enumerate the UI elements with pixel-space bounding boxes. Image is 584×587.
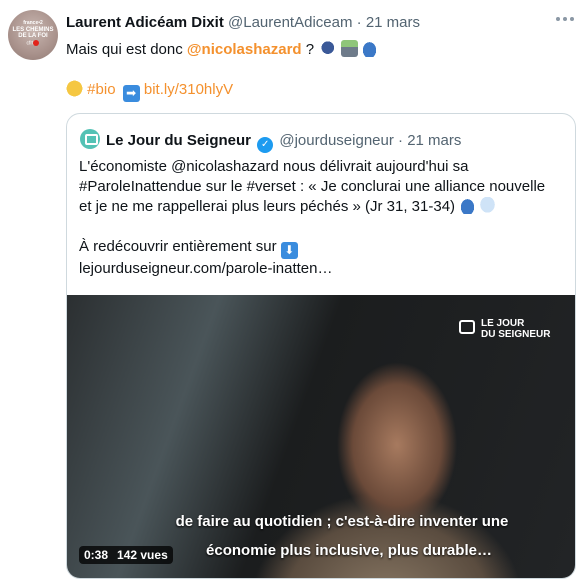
logo-bubble-icon	[459, 320, 475, 334]
author-avatar[interactable]: france•2 LES CHEMINS DE LA FOI cfrt	[8, 10, 58, 60]
avatar-line1: france•2	[23, 20, 43, 26]
quote-link[interactable]: lejourduseigneur.com/parole-inatten…	[79, 259, 545, 279]
quoted-tweet[interactable]: Le Jour du Seigneur ✓ @jourduseigneur · …	[66, 113, 576, 579]
avatar-line3: cfrt	[8, 40, 58, 46]
quote-line2: #ParoleInattendue sur le #verset : « Je …	[79, 178, 546, 195]
mention-link[interactable]: @nicolashazard	[187, 41, 302, 58]
motorway-icon	[341, 40, 359, 57]
text-prefix: Mais qui est donc	[66, 41, 187, 58]
logo-text: LE JOUR DU SEIGNEUR	[481, 318, 550, 340]
quote-header: Le Jour du Seigneur ✓ @jourduseigneur · …	[80, 129, 461, 153]
down-arrow-icon: ⬇	[280, 242, 298, 259]
quote-line3-text: et je ne me rappellerai plus leurs péché…	[79, 198, 456, 215]
quote-text: L'économiste @nicolashazard nous délivra…	[79, 157, 545, 279]
quote-separator: ·	[398, 132, 404, 149]
quote-spacer	[79, 217, 545, 237]
tweet-header: Laurent Adicéam Dixit @LaurentAdiceam · …	[66, 14, 420, 31]
tweet-text-line2: #bio ➡ bit.ly/310hlyV	[66, 80, 233, 102]
tweet[interactable]: france•2 LES CHEMINS DE LA FOI cfrt Laur…	[0, 0, 584, 587]
quote-author-name[interactable]: Le Jour du Seigneur	[106, 132, 251, 149]
logo-line2: DU SEIGNEUR	[481, 329, 551, 340]
video-subtitle-line1: de faire au quotidien ; c'est-à-dire inv…	[175, 513, 509, 530]
quote-line4: À redécouvrir entièrement sur ⬇	[79, 237, 545, 259]
logo-line1: LE JOUR	[481, 318, 525, 329]
header-separator: ·	[356, 14, 362, 31]
avatar-line2: LES CHEMINS DE LA FOI	[12, 27, 54, 39]
speaking-head-icon	[321, 40, 339, 57]
car-icon	[459, 197, 477, 214]
author-name[interactable]: Laurent Adicéam Dixit	[66, 14, 224, 31]
quote-line4-text: À redécouvrir entièrement sur	[79, 238, 277, 255]
tweet-date[interactable]: 21 mars	[366, 14, 420, 31]
verified-badge-icon: ✓	[257, 137, 274, 153]
right-arrow-icon: ➡	[122, 85, 140, 102]
speech-bubble-icon	[479, 197, 497, 214]
more-options-icon[interactable]	[556, 14, 576, 24]
author-handle[interactable]: @LaurentAdiceam	[228, 14, 352, 31]
bio-link[interactable]: bit.ly/310hlyV	[144, 81, 233, 98]
video-player[interactable]: LE JOUR DU SEIGNEUR de faire au quotidie…	[67, 295, 575, 578]
avatar-cfrt: cfrt	[26, 40, 34, 47]
quote-date[interactable]: 21 mars	[407, 132, 461, 149]
thinking-face-icon	[66, 80, 83, 97]
video-watermark-logo: LE JOUR DU SEIGNEUR	[459, 318, 559, 342]
quote-handle[interactable]: @jourduseigneur	[279, 132, 393, 149]
video-views: 142 vues	[117, 548, 168, 562]
video-duration: 0:38	[84, 548, 109, 562]
car-icon	[361, 40, 379, 57]
quote-avatar-icon[interactable]	[80, 129, 100, 149]
text-suffix: ?	[301, 41, 315, 58]
video-stats-badge: 0:38 142 vues	[79, 546, 173, 564]
cfrt-dot-icon	[33, 40, 40, 46]
hashtag-bio[interactable]: #bio	[87, 81, 115, 98]
tweet-text-line1: Mais qui est donc @nicolashazard ?	[66, 40, 379, 58]
quote-line3: et je ne me rappellerai plus leurs péché…	[79, 197, 545, 217]
quote-line1: L'économiste @nicolashazard nous délivra…	[79, 158, 469, 175]
